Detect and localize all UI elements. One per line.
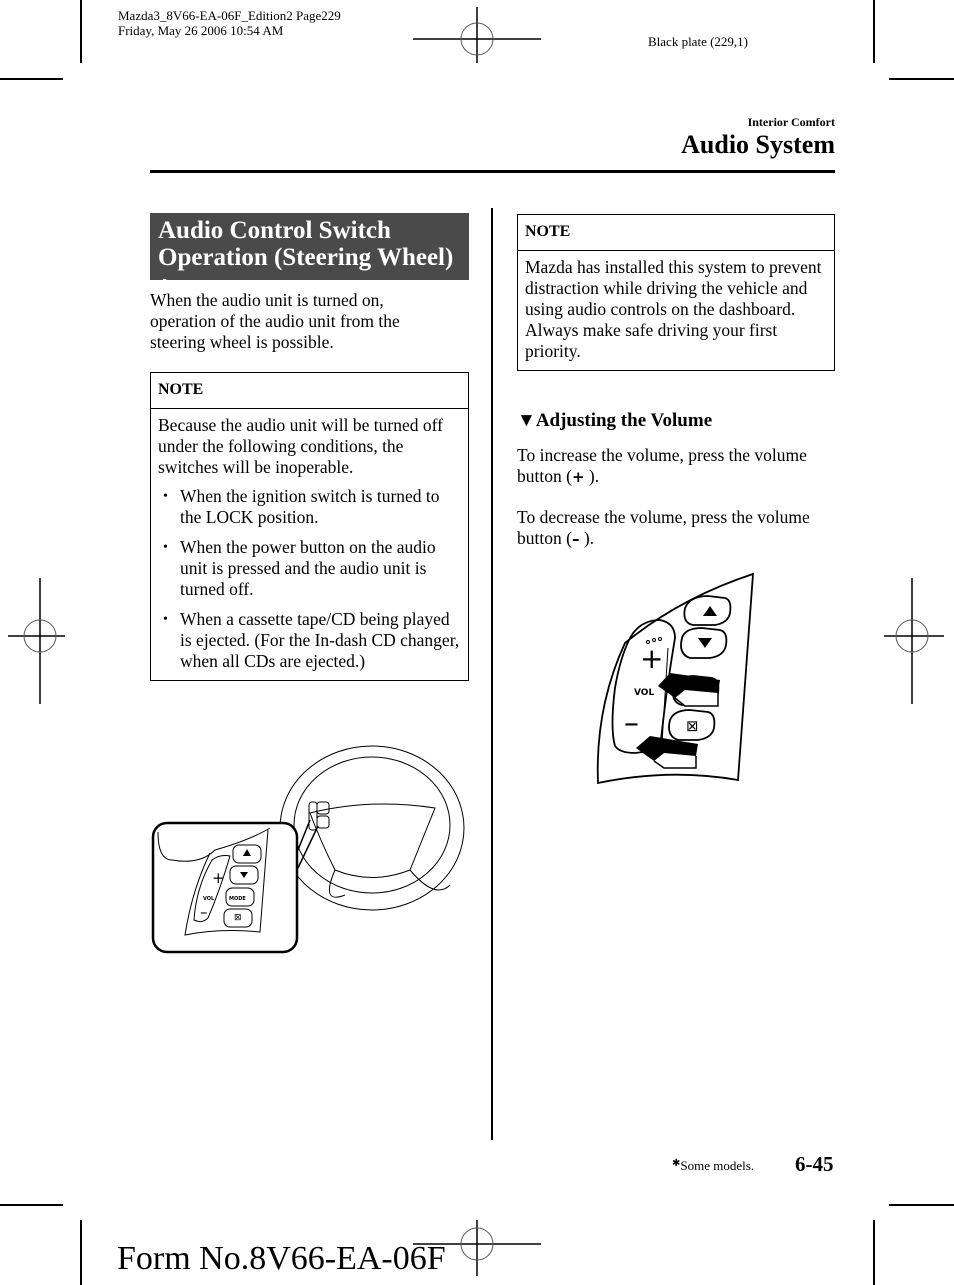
mute-icon: ⊠ xyxy=(234,913,242,923)
inset-plus-label: + xyxy=(212,869,225,887)
section-name: Interior Comfort xyxy=(747,115,835,129)
intro-paragraph: When the audio unit is turned on, operat… xyxy=(150,290,400,352)
plate-label: Black plate (229,1) xyxy=(648,34,748,49)
list-item: • When a cassette tape/CD being played is… xyxy=(163,609,460,671)
note-box-right: NOTE Mazda has installed this system to … xyxy=(517,214,835,371)
crop-mark xyxy=(0,78,63,80)
decrease-volume-paragraph: To decrease the volume, press the volume… xyxy=(517,507,810,548)
title-line-1: Audio Control Switch xyxy=(158,217,391,244)
list-item: • When the ignition switch is turned to t… xyxy=(163,486,440,527)
vol-label: VOL xyxy=(634,688,654,698)
crop-mark xyxy=(873,1220,875,1285)
bullet-icon: • xyxy=(163,489,168,504)
list-item: • When the power button on the audio unit… xyxy=(163,537,436,599)
note-heading: NOTE xyxy=(151,373,468,409)
inset-minus-label: – xyxy=(200,903,208,921)
note-bullet-list: • When the ignition switch is turned to t… xyxy=(158,486,461,672)
bullet-icon: • xyxy=(163,612,168,627)
inset-frame xyxy=(151,821,299,954)
note-text-2: Always make safe driving your first prio… xyxy=(525,320,778,361)
registration-mark-right xyxy=(884,578,944,704)
vol-plus-label: + xyxy=(640,642,663,675)
chapter-title: Audio System xyxy=(681,130,835,159)
column-divider xyxy=(491,208,493,1140)
vol-minus-label: – xyxy=(624,706,639,741)
bullet-icon: • xyxy=(163,540,168,555)
note-text-1: Mazda has installed this system to preve… xyxy=(525,257,822,319)
note-box-left: NOTE Because the audio unit will be turn… xyxy=(150,372,469,681)
steering-wheel-illustration: + VOL – MODE ⊠ xyxy=(151,745,465,954)
date-line: Friday, May 26 2006 10:54 AM xyxy=(118,23,284,38)
inset-vol-label: VOL xyxy=(203,896,215,902)
mute-icon: ⊠ xyxy=(686,717,699,735)
crop-mark xyxy=(0,1204,63,1206)
triangle-down-icon: ▼ xyxy=(517,410,536,431)
crop-mark xyxy=(873,0,875,63)
crop-mark xyxy=(80,1220,82,1285)
crop-mark xyxy=(80,0,82,63)
registration-mark-left xyxy=(8,578,65,704)
crop-mark xyxy=(889,78,954,80)
print-meta: Mazda3_8V66-EA-06F_Edition2 Page229 Frid… xyxy=(118,8,341,38)
footnote: ✱Some models. xyxy=(672,1158,755,1173)
increase-volume-paragraph: To increase the volume, press the volume… xyxy=(517,445,807,486)
file-line: Mazda3_8V66-EA-06F_Edition2 Page229 xyxy=(118,8,341,23)
note-text: Because the audio unit will be turned of… xyxy=(158,415,443,477)
section-title: Audio Control Switch Operation (Steering… xyxy=(150,213,469,295)
registration-mark-top xyxy=(413,7,541,63)
page-number: 6-45 xyxy=(795,1152,834,1176)
title-line-2: Operation (Steering Wheel) xyxy=(158,244,454,271)
volume-switch-illustration: + VOL – ⊠ xyxy=(596,572,754,785)
inset-mode-label: MODE xyxy=(229,896,246,902)
plus-icon: + xyxy=(571,468,585,486)
crop-mark xyxy=(889,1204,954,1206)
subsection-title: Adjusting the Volume xyxy=(535,410,713,431)
form-number: Form No.8V66-EA-06F xyxy=(117,1240,446,1277)
subsection-heading: ▼Adjusting the Volume xyxy=(517,410,712,432)
note-heading: NOTE xyxy=(518,215,834,251)
header-rule xyxy=(150,170,835,173)
